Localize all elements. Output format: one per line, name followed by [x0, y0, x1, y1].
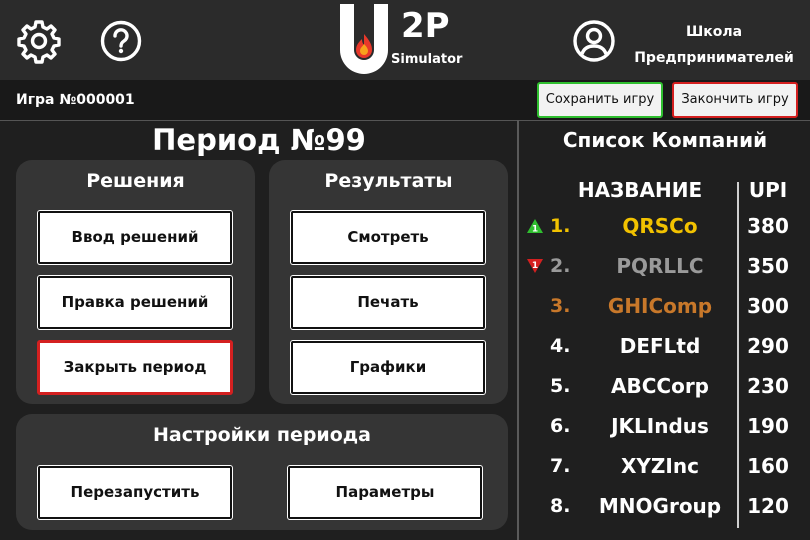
company-row[interactable]: 4. DEFLtd 290	[520, 326, 810, 366]
period-settings-title: Настройки периода	[153, 424, 371, 446]
company-rank: 5.	[550, 375, 571, 397]
company-list-title: Список Компаний	[562, 128, 768, 152]
help-button[interactable]	[98, 18, 144, 64]
company-rank: 3.	[550, 295, 571, 317]
logo-subtext: Simulator	[391, 52, 463, 67]
company-rank: 1.	[550, 215, 571, 237]
company-upi: 380	[747, 214, 789, 238]
app-logo: 2P Simulator	[338, 4, 478, 76]
results-title: Результаты	[324, 170, 453, 192]
column-header-name: НАЗВАНИЕ	[577, 178, 703, 202]
company-row[interactable]: 5. ABCCorp 230	[520, 366, 810, 406]
logo-u-flame-icon	[340, 4, 388, 74]
edit-decisions-button[interactable]: Правка решений	[38, 276, 232, 329]
panel-divider	[517, 120, 519, 540]
period-parameters-button[interactable]: Параметры	[288, 466, 482, 519]
question-icon	[100, 20, 142, 62]
company-upi: 230	[747, 374, 789, 398]
company-rank: 6.	[550, 415, 571, 437]
company-name: MNOGroup	[598, 494, 722, 518]
settings-button[interactable]	[16, 18, 62, 64]
trend-down-icon: 1	[527, 259, 543, 273]
company-upi: 160	[747, 454, 789, 478]
view-results-button[interactable]: Смотреть	[291, 211, 485, 264]
company-upi: 190	[747, 414, 789, 438]
company-name: QRSCo	[622, 214, 698, 238]
save-game-button[interactable]: Сохранить игру	[537, 82, 663, 118]
school-name: Школа Предпринимателей	[624, 19, 804, 71]
company-upi: 300	[747, 294, 789, 318]
decisions-title: Решения	[86, 170, 185, 192]
company-upi: 350	[747, 254, 789, 278]
company-upi: 290	[747, 334, 789, 358]
company-name: JKLIndus	[611, 414, 709, 438]
company-rank: 4.	[550, 335, 571, 357]
company-row[interactable]: 3. GHIComp 300	[520, 286, 810, 326]
company-name: ABCCorp	[611, 374, 709, 398]
company-upi: 120	[747, 494, 789, 518]
print-results-button[interactable]: Печать	[291, 276, 485, 329]
gear-icon	[17, 20, 61, 64]
enter-decisions-button[interactable]: Ввод решений	[38, 211, 232, 264]
company-name: DEFLtd	[619, 334, 701, 358]
end-game-button[interactable]: Закончить игру	[672, 82, 798, 118]
company-rank: 7.	[550, 455, 571, 477]
company-name: GHIComp	[607, 294, 713, 318]
charts-button[interactable]: Графики	[291, 341, 485, 394]
restart-period-button[interactable]: Перезапустить	[38, 466, 232, 519]
company-row[interactable]: 8. MNOGroup 120	[520, 486, 810, 526]
company-rank: 2.	[550, 255, 571, 277]
profile-button[interactable]	[571, 18, 617, 64]
close-period-button[interactable]: Закрыть период	[38, 341, 232, 394]
company-name: XYZInc	[621, 454, 699, 478]
company-row[interactable]: 7. XYZInc 160	[520, 446, 810, 486]
company-row[interactable]: 1 2. PQRLLC 350	[520, 246, 810, 286]
column-header-upi: UPI	[748, 178, 788, 202]
trend-value: 1	[532, 261, 538, 271]
trend-value: 1	[532, 225, 538, 235]
school-name-line2: Предпринимателей	[634, 50, 794, 66]
company-row[interactable]: 1 1. QRSCo 380	[520, 206, 810, 246]
game-id: Игра №000001	[16, 92, 135, 108]
company-rank: 8.	[550, 495, 571, 517]
user-icon	[573, 20, 615, 62]
period-title: Период №99	[152, 123, 366, 157]
logo-text: 2P	[401, 6, 450, 46]
company-row[interactable]: 6. JKLIndus 190	[520, 406, 810, 446]
trend-up-icon: 1	[527, 219, 543, 235]
company-name: PQRLLC	[616, 254, 704, 278]
school-name-line1: Школа	[685, 24, 743, 40]
